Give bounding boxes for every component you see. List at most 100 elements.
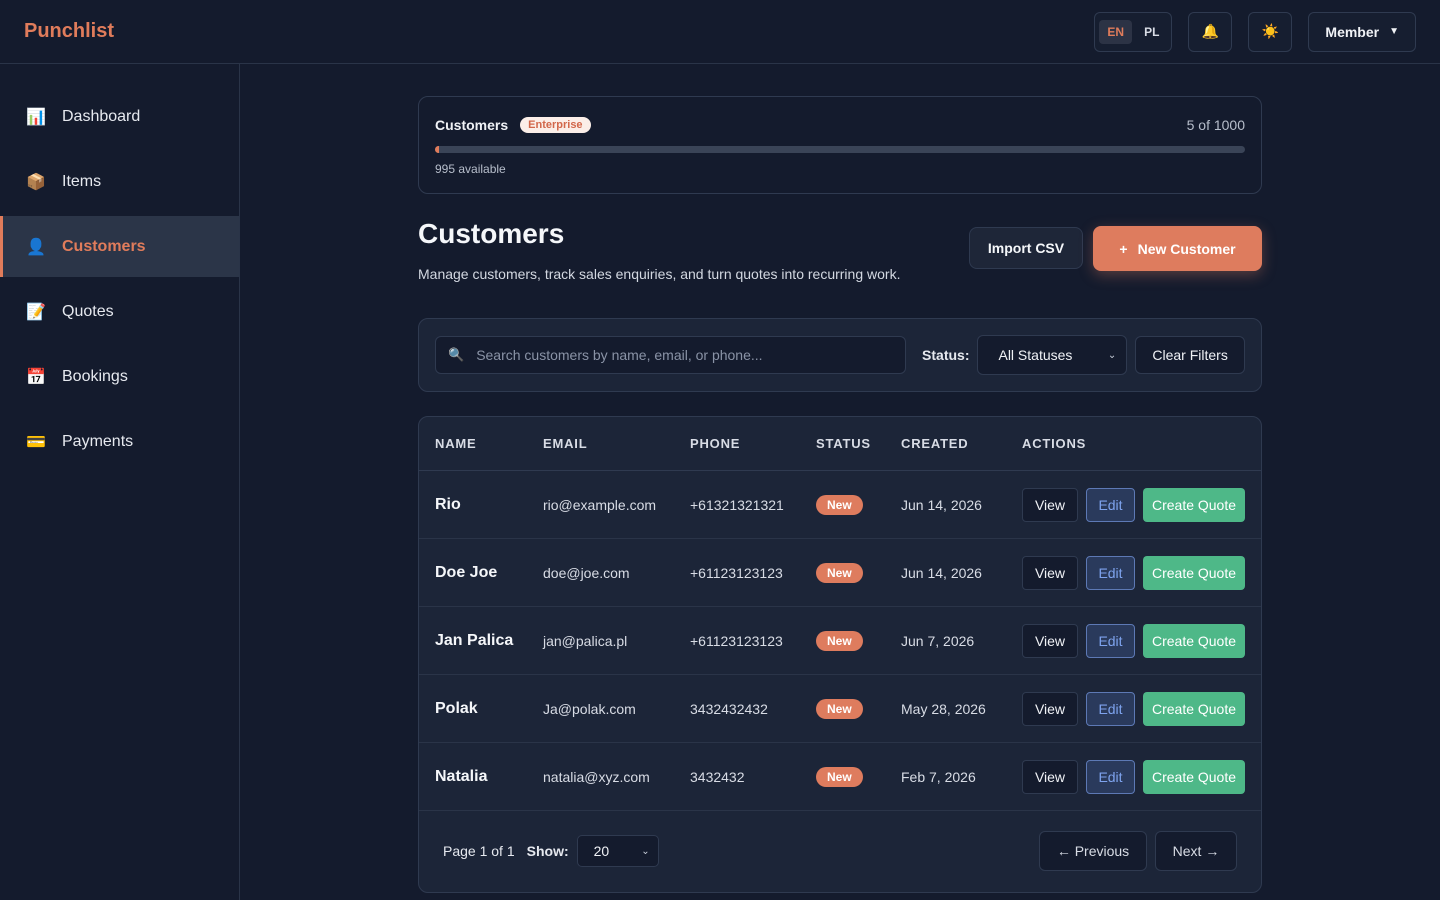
status-filter-select[interactable]: All Statuses ⌄: [977, 335, 1128, 375]
new-customer-button[interactable]: + New Customer: [1093, 226, 1262, 271]
clear-filters-button[interactable]: Clear Filters: [1135, 336, 1245, 374]
customer-created: May 28, 2026: [901, 700, 986, 717]
customer-created: Jun 14, 2026: [901, 564, 982, 581]
search-input[interactable]: [476, 347, 894, 363]
memo-icon: 📝: [26, 303, 46, 321]
edit-button[interactable]: Edit: [1086, 691, 1135, 726]
table-row: Natalia natalia@xyz.com 3432432 New Feb …: [419, 743, 1261, 811]
page-title: Customers: [418, 218, 565, 249]
import-csv-button[interactable]: Import CSV: [969, 227, 1083, 269]
customer-name[interactable]: Jan Palica: [435, 632, 513, 649]
customer-name[interactable]: Natalia: [435, 768, 487, 785]
sidebar-item-items[interactable]: 📦 Items: [0, 151, 239, 212]
usage-progress-track: [435, 146, 1245, 153]
edit-button[interactable]: Edit: [1086, 487, 1135, 522]
user-menu-button[interactable]: Member ▼: [1308, 11, 1416, 52]
status-badge: New: [816, 562, 863, 583]
view-button[interactable]: View: [1022, 623, 1078, 658]
table-row: Jan Palica jan@palica.pl +61123123123 Ne…: [419, 607, 1261, 675]
main-content: Customers Enterprise 5 of 1000 995 avail…: [418, 96, 1262, 893]
usage-header: Customers Enterprise 5 of 1000: [435, 117, 1245, 133]
usage-available: 995 available: [435, 162, 506, 176]
top-bar-actions: EN PL 🔔 ☀️ Member ▼: [1094, 11, 1416, 52]
sidebar-item-label: Quotes: [62, 302, 114, 320]
usage-count: 5 of 1000: [1186, 117, 1245, 133]
search-icon: 🔍: [448, 347, 465, 362]
sidebar-item-dashboard[interactable]: 📊 Dashboard: [0, 86, 239, 147]
usage-progress-fill: [435, 146, 440, 153]
sidebar-item-customers[interactable]: 👤 Customers: [0, 216, 239, 277]
edit-button[interactable]: Edit: [1086, 623, 1135, 658]
sidebar-item-label: Dashboard: [62, 107, 141, 125]
table-row: Rio rio@example.com +61321321321 New Jun…: [419, 471, 1261, 539]
customer-email: jan@palica.pl: [543, 632, 628, 649]
bell-icon: 🔔: [1201, 23, 1220, 39]
customer-email: rio@example.com: [543, 496, 657, 513]
column-header-phone[interactable]: PHONE: [690, 436, 816, 451]
customer-email: Ja@polak.com: [543, 700, 636, 717]
edit-button[interactable]: Edit: [1086, 759, 1135, 794]
create-quote-button[interactable]: Create Quote: [1143, 759, 1245, 794]
status-filter-value: All Statuses: [998, 347, 1073, 363]
table-row: Polak Ja@polak.com 3432432432 New May 28…: [419, 675, 1261, 743]
theme-toggle-button[interactable]: ☀️: [1248, 11, 1293, 52]
customer-name[interactable]: Rio: [435, 496, 461, 513]
customer-created: Jun 7, 2026: [901, 632, 975, 649]
edit-button[interactable]: Edit: [1086, 555, 1135, 590]
customer-created: Feb 7, 2026: [901, 768, 976, 785]
sidebar-item-bookings[interactable]: 📅 Bookings: [0, 346, 239, 407]
column-header-status[interactable]: STATUS: [816, 436, 901, 451]
plus-icon: +: [1119, 240, 1128, 257]
plan-badge: Enterprise: [520, 117, 591, 133]
column-header-actions: ACTIONS: [1022, 436, 1087, 451]
status-badge: New: [816, 698, 863, 719]
customer-name[interactable]: Doe Joe: [435, 564, 497, 581]
status-badge: New: [816, 766, 863, 787]
view-button[interactable]: View: [1022, 487, 1078, 522]
next-page-button[interactable]: Next →: [1155, 831, 1237, 871]
sidebar: 📊 Dashboard 📦 Items 👤 Customers 📝 Quotes…: [0, 64, 240, 900]
chevron-down-icon: ⌄: [641, 845, 650, 857]
view-button[interactable]: View: [1022, 759, 1078, 794]
brand-logo[interactable]: Punchlist: [24, 20, 114, 43]
create-quote-button[interactable]: Create Quote: [1143, 691, 1245, 726]
column-header-name[interactable]: NAME: [419, 436, 543, 451]
sidebar-item-label: Items: [62, 172, 102, 190]
language-en-option[interactable]: EN: [1099, 19, 1133, 44]
calendar-icon: 📅: [26, 368, 46, 386]
create-quote-button[interactable]: Create Quote: [1143, 555, 1245, 590]
create-quote-button[interactable]: Create Quote: [1143, 623, 1245, 658]
create-quote-button[interactable]: Create Quote: [1143, 487, 1245, 522]
table-row: Doe Joe doe@joe.com +61123123123 New Jun…: [419, 539, 1261, 607]
customer-phone: +61123123123: [690, 564, 783, 581]
chart-icon: 📊: [26, 108, 46, 126]
sidebar-item-label: Customers: [62, 237, 146, 255]
usage-card: Customers Enterprise 5 of 1000 995 avail…: [418, 96, 1262, 194]
column-header-email[interactable]: EMAIL: [543, 436, 690, 451]
new-customer-label: New Customer: [1137, 240, 1236, 257]
pagination: Page 1 of 1 Show: 20 ⌄ ← Previous Next →: [419, 811, 1261, 891]
customer-phone: +61321321321: [690, 496, 784, 513]
previous-page-button[interactable]: ← Previous: [1039, 831, 1147, 871]
pager-buttons: ← Previous Next →: [1039, 831, 1237, 871]
notifications-button[interactable]: 🔔: [1188, 11, 1233, 52]
sidebar-item-quotes[interactable]: 📝 Quotes: [0, 281, 239, 342]
page-size-select[interactable]: 20 ⌄: [576, 835, 659, 867]
customer-name[interactable]: Polak: [435, 700, 478, 717]
view-button[interactable]: View: [1022, 691, 1078, 726]
language-pl-option[interactable]: PL: [1136, 20, 1167, 44]
column-header-created[interactable]: CREATED: [901, 436, 1022, 451]
page-description: Manage customers, track sales enquiries,…: [418, 266, 901, 282]
status-filter-label: Status:: [922, 347, 970, 363]
page-size-label: Show:: [526, 843, 569, 859]
customers-table: NAME EMAIL PHONE STATUS CREATED ACTIONS …: [418, 416, 1262, 893]
table-header: NAME EMAIL PHONE STATUS CREATED ACTIONS: [419, 417, 1261, 471]
language-switcher: EN PL: [1094, 11, 1173, 52]
page-info: Page 1 of 1: [443, 843, 515, 859]
usage-title: Customers: [435, 117, 509, 133]
user-menu-label: Member: [1325, 23, 1380, 40]
customer-created: Jun 14, 2026: [901, 496, 982, 513]
view-button[interactable]: View: [1022, 555, 1078, 590]
sidebar-item-payments[interactable]: 💳 Payments: [0, 411, 239, 472]
credit-card-icon: 💳: [26, 433, 46, 451]
